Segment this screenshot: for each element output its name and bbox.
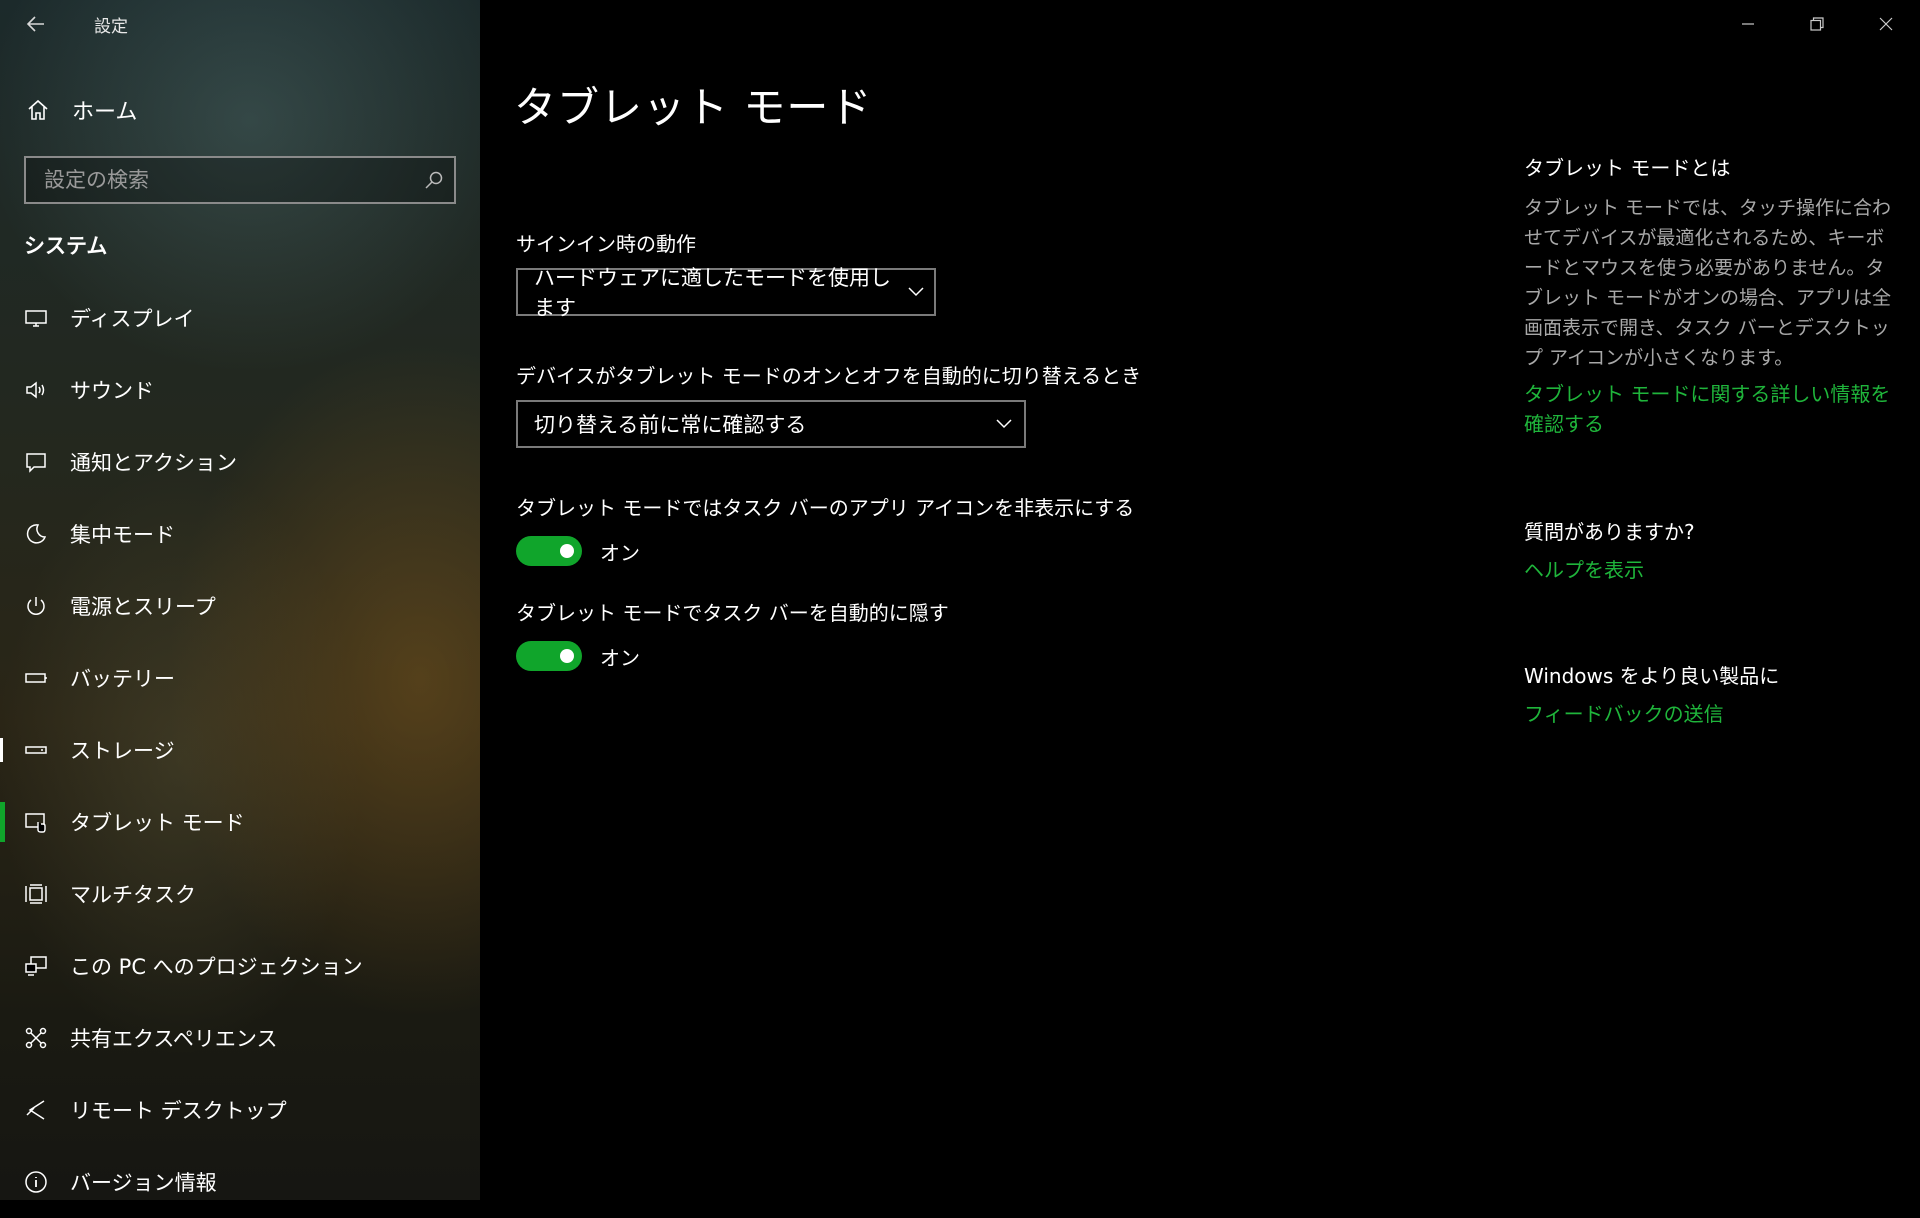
sidebar-item-sound[interactable]: サウンド (0, 354, 480, 426)
home-icon (26, 98, 50, 122)
remote-desktop-icon (22, 1096, 50, 1124)
home-label: ホーム (72, 100, 138, 125)
hide-app-icons-label: タブレット モードではタスク バーのアプリ アイコンを非表示にする (516, 496, 1135, 520)
toggle-knob (560, 649, 574, 663)
display-icon (22, 304, 50, 332)
home-nav-item[interactable]: ホーム (0, 84, 480, 136)
toggle-state-text: オン (600, 540, 640, 565)
sidebar-item-remote-desktop[interactable]: リモート デスクトップ (0, 1074, 480, 1146)
sidebar-item-label: 集中モード (70, 523, 175, 547)
auto-hide-taskbar-row: オン (516, 641, 640, 671)
auto-switch-dropdown[interactable]: 切り替える前に常に確認する (516, 400, 1026, 448)
tablet-mode-icon (22, 808, 50, 836)
storage-icon (22, 736, 50, 764)
sidebar-item-label: サウンド (70, 379, 154, 403)
toggle-knob (560, 544, 574, 558)
sidebar-item-label: マルチタスク (70, 883, 196, 907)
moon-icon (22, 520, 50, 548)
about-title: タブレット モードとは (1524, 156, 1731, 180)
sidebar-nav: ディスプレイ サウンド 通知とアクション 集中モード 電源とスリープ バッテリー… (0, 282, 480, 1218)
sidebar-item-display[interactable]: ディスプレイ (0, 282, 480, 354)
sidebar-item-projection[interactable]: この PC へのプロジェクション (0, 930, 480, 1002)
info-icon (22, 1168, 50, 1196)
sidebar-item-label: バッテリー (70, 667, 175, 691)
feedback-panel: Windows をより良い製品に フィードバックの送信 (1524, 660, 1894, 729)
auto-switch-label: デバイスがタブレット モードのオンとオフを自動的に切り替えるとき (516, 364, 1142, 388)
projection-icon (22, 952, 50, 980)
sidebar-item-label: 電源とスリープ (70, 595, 216, 619)
sidebar-item-tablet-mode[interactable]: タブレット モード (0, 786, 480, 858)
sidebar-item-power-sleep[interactable]: 電源とスリープ (0, 570, 480, 642)
dropdown-value: ハードウェアに適したモードを使用します (534, 266, 891, 320)
get-help-link[interactable]: ヘルプを表示 (1524, 555, 1894, 585)
settings-search-box (24, 156, 456, 204)
battery-icon (22, 664, 50, 692)
sidebar-item-label: 共有エクスペリエンス (70, 1027, 278, 1051)
signin-behavior-label: サインイン時の動作 (516, 232, 696, 256)
hide-app-icons-toggle[interactable] (516, 536, 582, 566)
search-icon[interactable] (414, 158, 454, 202)
feedback-title: Windows をより良い製品に (1524, 664, 1780, 688)
question-title: 質問がありますか? (1524, 520, 1695, 544)
chevron-down-icon (984, 419, 1024, 429)
sidebar-item-shared-experiences[interactable]: 共有エクスペリエンス (0, 1002, 480, 1074)
signin-behavior-dropdown[interactable]: ハードウェアに適したモードを使用します (516, 266, 936, 320)
back-button[interactable] (0, 0, 72, 48)
app-title: 設定 (94, 16, 128, 37)
title-bar: 設定 (0, 0, 480, 48)
sidebar-item-label: バージョン情報 (70, 1171, 217, 1195)
about-learn-more-link[interactable]: タブレット モードに関する詳しい情報を確認する (1524, 379, 1894, 439)
sidebar-item-label: ストレージ (70, 739, 175, 763)
hide-app-icons-row: オン (516, 536, 640, 566)
sidebar-item-battery[interactable]: バッテリー (0, 642, 480, 714)
sidebar-item-focus-assist[interactable]: 集中モード (0, 498, 480, 570)
auto-hide-taskbar-label: タブレット モードでタスク バーを自動的に隠す (516, 601, 949, 625)
toggle-state-text: オン (600, 645, 640, 670)
auto-hide-taskbar-toggle[interactable] (516, 641, 582, 671)
power-icon (22, 592, 50, 620)
sidebar-item-label: ディスプレイ (70, 307, 195, 331)
notification-icon (22, 448, 50, 476)
settings-search-input[interactable] (26, 158, 414, 202)
sidebar-item-label: タブレット モード (70, 811, 245, 835)
about-body: タブレット モードでは、タッチ操作に合わせてデバイスが最適化されるため、キーボー… (1524, 197, 1892, 369)
multitask-icon (22, 880, 50, 908)
shared-experience-icon (22, 1024, 50, 1052)
section-title: システム (24, 234, 108, 258)
page-title: タブレット モード (514, 83, 873, 132)
sidebar-item-label: この PC へのプロジェクション (70, 955, 363, 979)
sidebar-item-about[interactable]: バージョン情報 (0, 1146, 480, 1218)
back-arrow-icon (26, 16, 44, 32)
give-feedback-link[interactable]: フィードバックの送信 (1524, 699, 1894, 729)
sidebar-item-storage[interactable]: ストレージ (0, 714, 480, 786)
questions-panel: 質問がありますか? ヘルプを表示 (1524, 516, 1894, 585)
speaker-icon (22, 376, 50, 404)
dropdown-value: 切り替える前に常に確認する (534, 413, 807, 437)
sidebar-item-multitasking[interactable]: マルチタスク (0, 858, 480, 930)
sidebar: 設定 ホーム システム ディスプレイ (0, 0, 480, 1200)
about-tablet-mode-panel: タブレット モードとは タブレット モードでは、タッチ操作に合わせてデバイスが最… (1524, 152, 1894, 439)
sidebar-item-notifications[interactable]: 通知とアクション (0, 426, 480, 498)
sidebar-item-label: リモート デスクトップ (70, 1099, 287, 1123)
sidebar-item-label: 通知とアクション (70, 451, 237, 475)
chevron-down-icon (898, 287, 934, 297)
